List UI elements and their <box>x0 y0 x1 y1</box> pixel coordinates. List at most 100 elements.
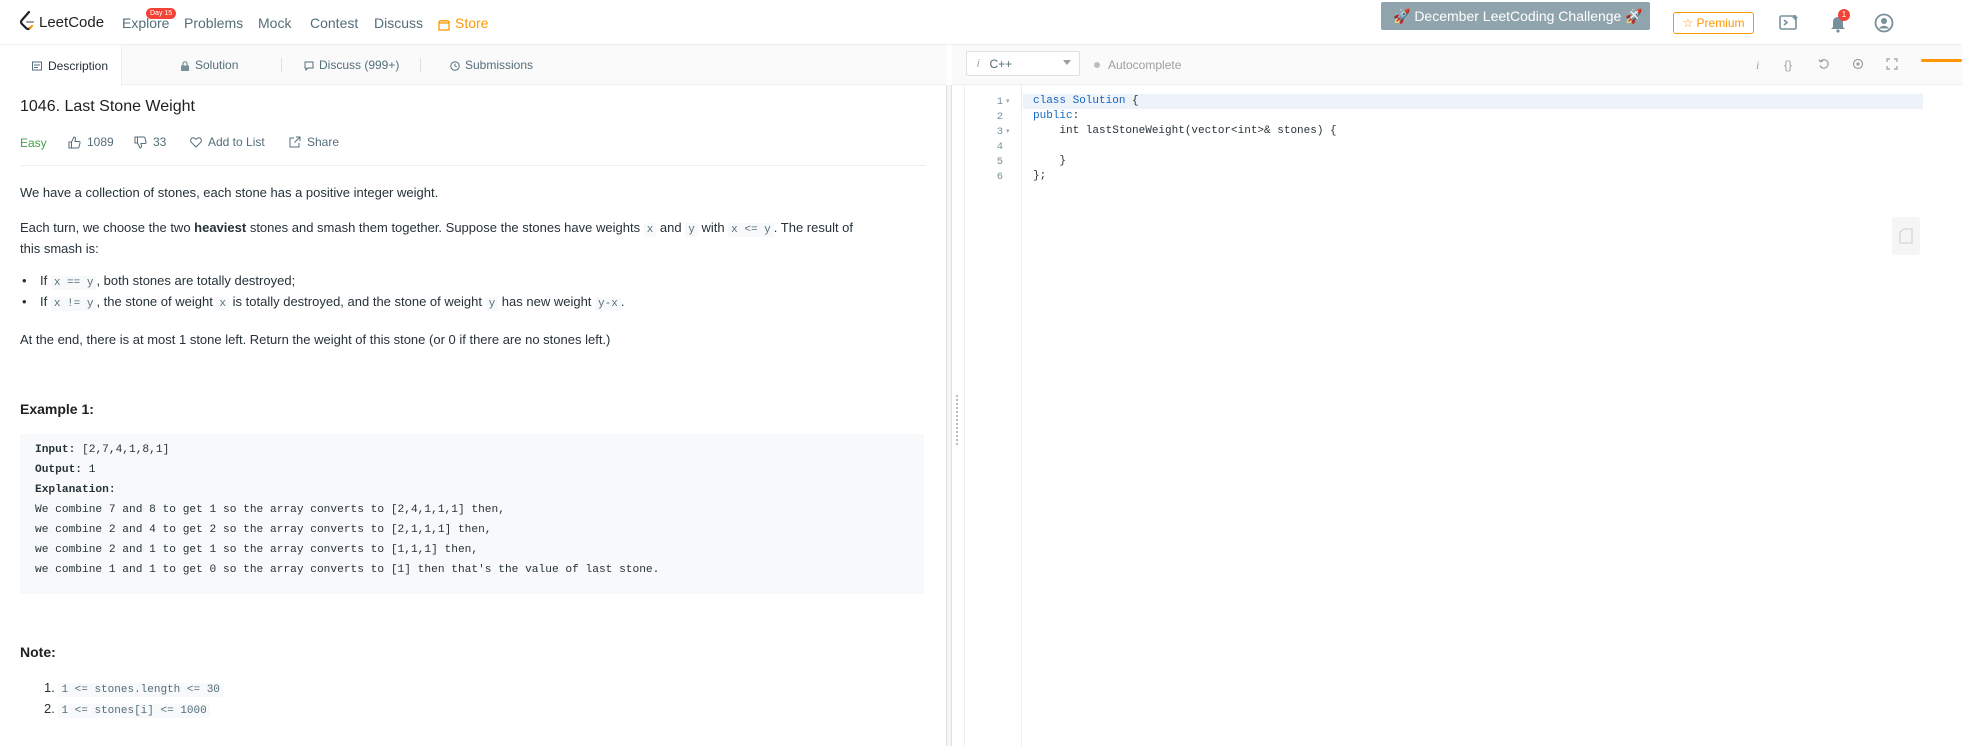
close-icon[interactable]: ✕ <box>1628 7 1640 24</box>
add-to-list-label: Add to List <box>208 135 265 149</box>
language-select[interactable]: i C++ <box>966 51 1080 76</box>
difficulty-label: Easy <box>20 136 47 150</box>
note-item: 1. 1 <= stones.length <= 30 <box>44 680 223 697</box>
heart-icon <box>190 136 202 148</box>
example-explanation-line: we combine 1 and 1 to get 0 so the array… <box>35 564 660 576</box>
divider <box>20 165 926 166</box>
line-number: 3 <box>996 126 1003 138</box>
chevron-down-icon <box>1063 60 1071 65</box>
challenge-banner[interactable]: 🚀 December LeetCoding Challenge 🚀 ✕ <box>1381 2 1650 30</box>
store-label: Store <box>455 15 489 31</box>
nav-store[interactable]: Store <box>437 15 489 31</box>
value: 1 <box>82 464 96 476</box>
playground-icon[interactable] <box>1778 12 1800 34</box>
tab-discuss[interactable]: Discuss (999+) <box>304 45 399 85</box>
line-number: 5 <box>996 156 1003 168</box>
tab-solution-label: Solution <box>195 58 239 72</box>
code-text: { <box>1125 95 1139 107</box>
text: stones and smash them together. Suppose … <box>246 220 644 235</box>
text: Each turn, we choose the two <box>20 220 195 235</box>
nav-contest[interactable]: Contest <box>310 15 358 31</box>
info-icon[interactable]: i <box>1756 58 1759 73</box>
text: has new weight <box>498 294 596 309</box>
nav-mock[interactable]: Mock <box>258 15 291 31</box>
language-label: C++ <box>989 56 1013 71</box>
tab-solution[interactable]: Solution <box>180 45 238 85</box>
tab-discuss-label: Discuss (999+) <box>319 58 400 72</box>
dislike-count: 33 <box>153 135 167 149</box>
code-editor[interactable]: 1 ▾ 2 3 ▾ 4 5 6 class Solution { public:… <box>964 85 1962 746</box>
braces-icon[interactable]: {} <box>1784 58 1792 72</box>
value: [2,7,4,1,8,1] <box>75 444 170 456</box>
text: with <box>697 220 729 235</box>
leetcode-logo[interactable]: LeetCode <box>19 10 105 33</box>
text: If <box>40 294 51 309</box>
fold-arrow-icon[interactable]: ▾ <box>1006 97 1010 105</box>
description-paragraph-2: Each turn, we choose the two heaviest st… <box>20 217 853 241</box>
line-number-gutter: 1 ▾ 2 3 ▾ 4 5 6 <box>965 85 1022 746</box>
code-line: int lastStoneWeight(vector<int>& stones)… <box>1033 125 1336 137</box>
text: , the stone of weight <box>96 294 217 309</box>
label: Explanation: <box>35 484 116 496</box>
share-icon <box>289 136 301 148</box>
fullscreen-icon[interactable] <box>1886 58 1898 73</box>
text: . <box>620 294 625 309</box>
line-number: 1 <box>996 96 1003 108</box>
share-button[interactable]: Share <box>289 135 339 149</box>
reset-icon[interactable] <box>1818 58 1830 73</box>
inline-code: y <box>685 223 698 237</box>
problem-panel: Description Solution Discuss (999+) Subm… <box>0 45 946 746</box>
premium-button[interactable]: ☆ Premium <box>1673 12 1754 34</box>
note-icon <box>1899 228 1913 249</box>
settings-gear-icon[interactable] <box>1852 58 1864 73</box>
example-explanation-line: we combine 2 and 4 to get 2 so the array… <box>35 524 492 536</box>
thumbs-up-icon <box>68 135 81 149</box>
code-line: class Solution { <box>1033 95 1139 107</box>
line-number: 6 <box>996 171 1003 183</box>
code-text: : <box>1072 110 1080 122</box>
inline-code: x <= y <box>728 223 774 237</box>
tab-divider <box>420 58 421 72</box>
splitter-handle[interactable] <box>956 395 958 445</box>
rule-bullet-2: If x != y, the stone of weight x is tota… <box>22 294 625 311</box>
share-label: Share <box>307 135 340 149</box>
autocomplete-toggle[interactable]: Autocomplete <box>1094 58 1181 72</box>
inline-code: x == y <box>50 276 97 290</box>
user-avatar-icon[interactable] <box>1873 12 1895 34</box>
note-number: 2. <box>44 701 55 716</box>
inline-code: y-x <box>595 297 621 311</box>
thumbs-down-icon <box>134 136 147 149</box>
lock-icon <box>180 60 190 71</box>
rule-bullet-1: If x == y, both stones are totally destr… <box>22 273 296 290</box>
autocomplete-label: Autocomplete <box>1108 58 1182 72</box>
description-paragraph-3: At the end, there is at most 1 stone lef… <box>20 332 611 347</box>
store-icon <box>437 18 451 31</box>
inline-code: x != y <box>50 297 97 311</box>
tab-divider <box>281 58 282 72</box>
notification-count: 1 <box>1838 9 1850 21</box>
problem-title: 1046. Last Stone Weight <box>20 98 195 115</box>
inline-code: x <box>216 297 230 311</box>
code-text: } <box>1033 155 1067 167</box>
inline-code: 1 <= stones[i] <= 1000 <box>58 704 210 718</box>
inline-code: 1 <= stones.length <= 30 <box>58 683 223 697</box>
like-button[interactable]: 1089 <box>68 135 114 149</box>
nav-problems[interactable]: Problems <box>184 15 243 31</box>
logo-text: LeetCode <box>39 13 105 31</box>
nav-discuss[interactable]: Discuss <box>374 15 423 31</box>
dislike-button[interactable]: 33 <box>134 135 166 149</box>
text: . The result of <box>773 220 854 235</box>
panel-splitter[interactable] <box>946 85 952 746</box>
text: , both stones are totally destroyed; <box>96 273 296 288</box>
fold-arrow-icon[interactable]: ▾ <box>1006 127 1010 135</box>
active-line-highlight <box>1023 94 1923 109</box>
tab-description[interactable]: Description <box>0 45 122 86</box>
like-count: 1089 <box>87 135 114 149</box>
tab-submissions[interactable]: Submissions <box>450 45 533 85</box>
label: Output: <box>35 464 82 476</box>
code-line: }; <box>1033 170 1046 182</box>
code-keyword: public <box>1033 110 1073 122</box>
example-explanation-label: Explanation: <box>35 484 116 496</box>
side-panel-toggle[interactable] <box>1892 217 1920 255</box>
add-to-list-button[interactable]: Add to List <box>190 135 265 149</box>
